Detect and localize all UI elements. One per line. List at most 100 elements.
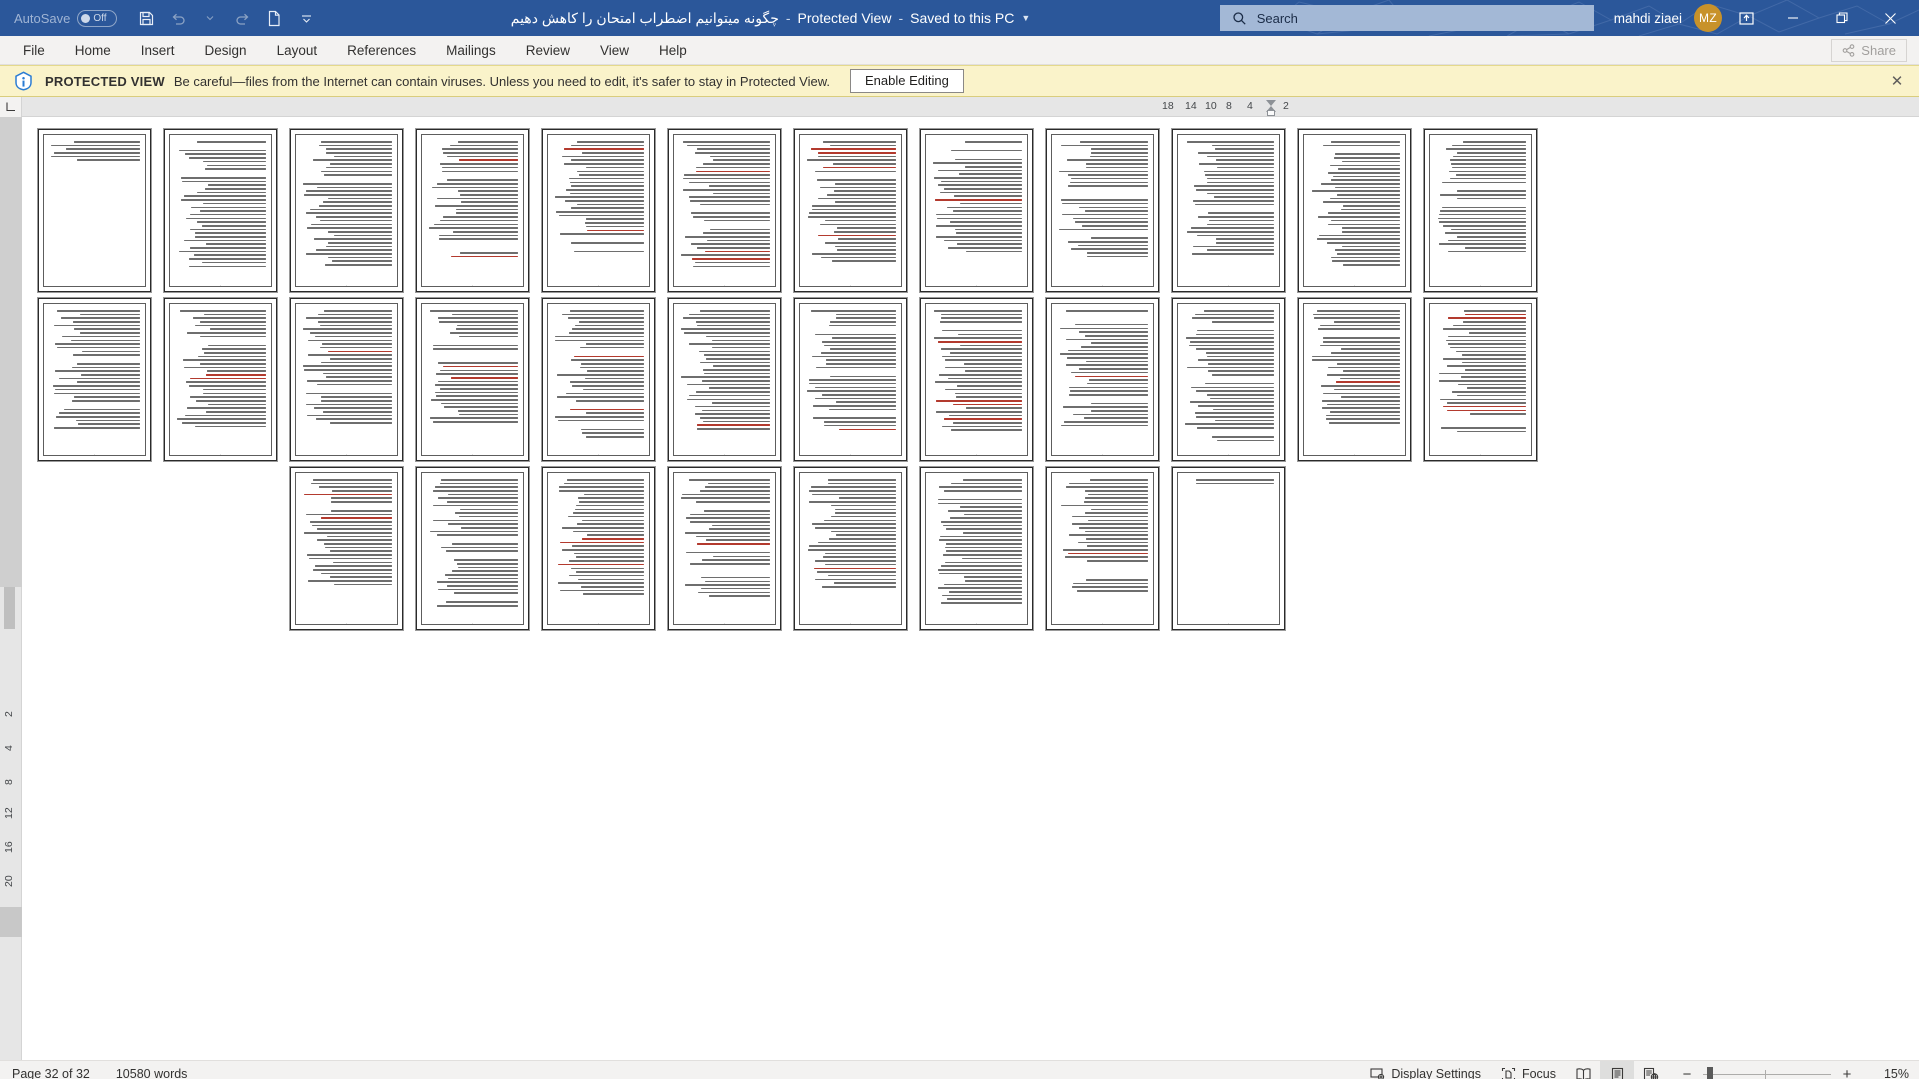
page-thumbnail[interactable]: · — [793, 297, 908, 462]
workspace: 2 4 8 12 16 20 · · · · · · · · · · · · · · · · · · · · · · · · ·… — [0, 117, 1919, 1060]
autosave-toggle[interactable]: Off — [77, 9, 118, 27]
zoom-slider-thumb[interactable] — [1707, 1066, 1713, 1079]
display-settings-button[interactable]: Display Settings — [1360, 1061, 1491, 1079]
text-line — [305, 513, 392, 516]
page-thumbnail[interactable]: · — [1171, 466, 1286, 631]
read-mode-button[interactable] — [1566, 1061, 1600, 1079]
print-layout-button[interactable] — [1600, 1060, 1634, 1079]
text-line — [561, 155, 644, 158]
enable-editing-button[interactable]: Enable Editing — [850, 69, 964, 93]
page-thumbnail[interactable]: · — [919, 466, 1034, 631]
page-thumbnail[interactable]: · — [793, 128, 908, 293]
chevron-down-icon[interactable]: ▼ — [1021, 13, 1030, 23]
page-thumbnail[interactable]: · — [667, 297, 782, 462]
page-thumbnail[interactable]: · — [919, 128, 1034, 293]
page-thumbnail[interactable]: · — [1423, 128, 1538, 293]
avatar[interactable]: MZ — [1694, 4, 1722, 32]
text-line — [442, 170, 518, 173]
word-count[interactable]: 10580 words — [116, 1067, 188, 1079]
page-thumbnail[interactable]: · — [1423, 297, 1538, 462]
page-number: · — [1353, 452, 1356, 457]
text-line — [828, 479, 896, 481]
tab-review[interactable]: Review — [511, 36, 585, 65]
page-thumbnail[interactable]: · — [415, 128, 530, 293]
text-line — [827, 574, 896, 577]
text-line — [823, 519, 896, 522]
new-document-button[interactable] — [259, 4, 289, 32]
restore-button[interactable] — [1819, 0, 1864, 36]
tab-insert[interactable]: Insert — [126, 36, 190, 65]
page-thumbnail[interactable]: · — [163, 128, 278, 293]
minimize-button[interactable] — [1770, 0, 1815, 36]
autosave-control[interactable]: AutoSave Off — [14, 9, 118, 27]
text-line — [1059, 170, 1148, 173]
page-thumbnail[interactable]: · — [1171, 128, 1286, 293]
vertical-ruler[interactable]: 2 4 8 12 16 20 — [0, 117, 22, 1060]
tab-home[interactable]: Home — [60, 36, 126, 65]
close-button[interactable] — [1868, 0, 1913, 36]
page-thumbnail[interactable]: · — [289, 128, 404, 293]
page-thumbnail[interactable]: · — [289, 466, 404, 631]
text-line — [1463, 310, 1526, 312]
page-thumbnail[interactable]: · — [919, 297, 1034, 462]
undo-dropdown[interactable] — [195, 4, 225, 32]
page-thumbnail[interactable]: · — [541, 128, 656, 293]
page-thumbnail[interactable]: · — [1297, 128, 1412, 293]
page-thumbnail[interactable]: · — [793, 466, 908, 631]
tab-mailings[interactable]: Mailings — [431, 36, 511, 65]
page-thumbnail[interactable]: · — [667, 128, 782, 293]
share-button[interactable]: Share — [1831, 39, 1907, 62]
page-thumbnail[interactable] — [37, 128, 152, 293]
tab-file[interactable]: File — [8, 36, 60, 65]
page-thumbnail[interactable]: · — [289, 297, 404, 462]
ribbon-display-options-icon[interactable] — [1726, 0, 1766, 36]
undo-button[interactable] — [163, 4, 193, 32]
page-thumbnail[interactable]: · — [1171, 297, 1286, 462]
zoom-slider[interactable] — [1703, 1066, 1831, 1079]
customize-qat-button[interactable] — [291, 4, 321, 32]
text-line — [1194, 313, 1274, 316]
page-thumbnail[interactable]: · — [1297, 297, 1412, 462]
page-thumbnail[interactable]: · — [1045, 128, 1160, 293]
left-indent-box-icon[interactable] — [1267, 110, 1275, 116]
save-button[interactable] — [131, 4, 161, 32]
page-content — [673, 472, 776, 625]
text-line — [1195, 479, 1274, 481]
page-content — [43, 303, 146, 456]
page-thumbnail[interactable]: · — [415, 466, 530, 631]
zoom-level[interactable]: 15% — [1875, 1067, 1909, 1079]
tab-help[interactable]: Help — [644, 36, 702, 65]
page-thumbnail[interactable]: · — [1045, 297, 1160, 462]
text-line — [579, 174, 644, 176]
web-layout-button[interactable] — [1634, 1061, 1668, 1079]
tab-design[interactable]: Design — [190, 36, 262, 65]
focus-button[interactable]: Focus — [1491, 1061, 1566, 1079]
text-line — [940, 313, 1022, 316]
page-thumbnail[interactable]: · — [163, 297, 278, 462]
page-thumbnail[interactable]: · — [1045, 466, 1160, 631]
close-icon[interactable]: ✕ — [1887, 71, 1907, 91]
tab-view[interactable]: View — [585, 36, 644, 65]
text-line — [1199, 163, 1274, 165]
page-thumbnail[interactable]: · — [667, 466, 782, 631]
text-line — [1321, 407, 1400, 409]
minus-icon[interactable]: − — [1680, 1066, 1694, 1079]
text-line — [75, 419, 140, 422]
page-thumbnail[interactable]: · — [37, 297, 152, 462]
text-line — [1206, 223, 1274, 226]
text-line — [189, 265, 266, 268]
page-thumbnail[interactable]: · — [541, 297, 656, 462]
document-canvas[interactable]: · · · · · · · · · · · · · · · · · · · · · · · · · · · · · · · — [22, 117, 1919, 1060]
redo-button[interactable] — [227, 4, 257, 32]
page-thumbnail[interactable]: · — [415, 297, 530, 462]
plus-icon[interactable]: + — [1840, 1066, 1854, 1079]
tab-layout[interactable]: Layout — [262, 36, 333, 65]
horizontal-ruler[interactable]: 18 14 10 8 4 2 — [0, 96, 1919, 117]
search-input[interactable]: Search — [1219, 5, 1594, 31]
zoom-control[interactable]: − + 15% — [1680, 1066, 1909, 1079]
page-thumbnail[interactable]: · — [541, 466, 656, 631]
vertical-indent-handle[interactable] — [4, 587, 15, 629]
tab-references[interactable]: References — [332, 36, 431, 65]
text-line — [690, 562, 770, 565]
page-status[interactable]: Page 32 of 32 — [12, 1067, 90, 1079]
